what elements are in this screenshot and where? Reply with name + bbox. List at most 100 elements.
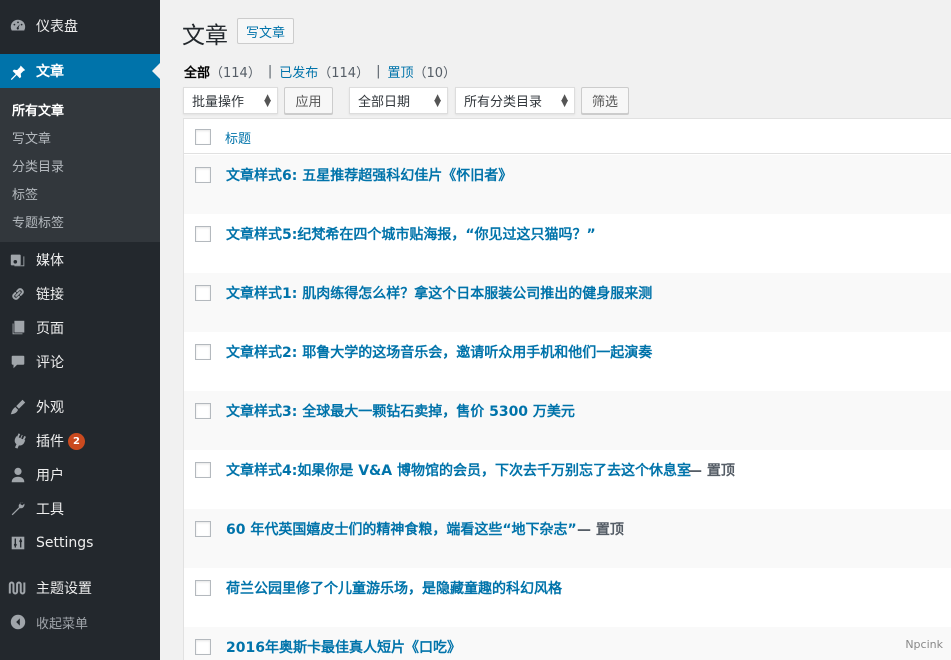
column-title-sort[interactable]: 标题 [225,128,251,147]
plugin-update-badge: 2 [68,432,85,450]
post-title-link[interactable]: 文章样式2: 耶鲁大学的这场音乐会，邀请听众用手机和他们一起演奏 [226,342,652,362]
row-checkbox[interactable] [195,226,211,242]
view-all[interactable]: 全部（114） [184,62,261,81]
menu-collapse[interactable]: 收起菜单 [0,605,160,639]
menu-plugins[interactable]: 插件 2 [0,424,160,458]
theme-icon [0,580,36,596]
filter-button[interactable]: 筛选 [581,87,629,114]
submenu-all-posts[interactable]: 所有文章 [12,100,64,119]
row-checkbox[interactable] [195,403,211,419]
menu-tools[interactable]: 工具 [0,492,160,526]
comment-icon [0,353,36,371]
table-row: 60 年代英国嬉皮士们的精神食粮，端看这些“地下杂志” — 置顶 [184,509,951,568]
post-title-link[interactable]: 文章样式3: 全球最大一颗钻石卖掉，售价 5300 万美元 [226,401,575,421]
select-all-checkbox[interactable] [195,129,211,145]
pin-icon [0,62,36,80]
submenu-categories[interactable]: 分类目录 [12,156,64,175]
table-row: 文章样式5:纪梵希在四个城市贴海报，“你见过这只猫吗？” [184,214,951,273]
menu-pages[interactable]: 页面 [0,311,160,345]
view-published[interactable]: 已发布（114） [279,62,369,81]
page-icon [0,319,36,337]
menu-label: 链接 [36,287,64,303]
post-title-link[interactable]: 文章样式6: 五星推荐超强科幻佳片《怀旧者》 [226,165,512,185]
post-title-link[interactable]: 2016年奥斯卡最佳真人短片《口吃》 [226,637,461,657]
submenu-add-new[interactable]: 写文章 [12,128,51,147]
page-title: 文章 [182,23,228,49]
menu-settings[interactable]: Settings [0,526,160,560]
menu-label: 仪表盘 [36,19,78,35]
post-title-link[interactable]: 荷兰公园里修了个儿童游乐场，是隐藏童趣的科幻风格 [226,578,562,598]
row-checkbox[interactable] [195,167,211,183]
post-title-link[interactable]: 文章样式5:纪梵希在四个城市贴海报，“你见过这只猫吗？” [226,224,596,244]
row-checkbox[interactable] [195,639,211,655]
post-state-sticky: — 置顶 [577,522,624,538]
post-title-link[interactable]: 60 年代英国嬉皮士们的精神食粮，端看这些“地下杂志” [226,519,577,539]
table-row: 荷兰公园里修了个儿童游乐场，是隐藏童趣的科幻风格 [184,568,951,627]
menu-label: 评论 [36,355,64,371]
table-header: 标题 [184,119,951,154]
admin-sidebar: 仪表盘 文章 所有文章 写文章 分类目录 标签 专题标签 媒体 链接 页面 评论… [0,0,160,660]
row-checkbox[interactable] [195,462,211,478]
view-sticky[interactable]: 置顶（10） [387,62,456,81]
category-filter-select[interactable]: 所有分类目录 ▲ ▼ [455,87,575,114]
post-title-link[interactable]: 文章样式4:如果你是 V&A 博物馆的会员，下次去千万别忘了去这个休息室 [226,460,691,480]
table-row: 文章样式3: 全球最大一颗钻石卖掉，售价 5300 万美元 [184,391,951,450]
bulk-action-select[interactable]: 批量操作 ▲ ▼ [183,87,278,114]
menu-label: 插件 [36,434,64,450]
post-state-sticky: — 置顶 [688,463,735,479]
menu-label: 用户 [36,468,64,484]
menu-label: 页面 [36,321,64,337]
media-icon [0,251,36,269]
separator: | [376,64,381,79]
select-value: 所有分类目录 [464,95,543,110]
table-row: 文章样式4:如果你是 V&A 博物馆的会员，下次去千万别忘了去这个休息室 — 置… [184,450,951,509]
menu-posts[interactable]: 文章 [0,54,160,88]
settings-icon [0,534,36,552]
posts-table: 标题 文章样式6: 五星推荐超强科幻佳片《怀旧者》 文章样式5:纪梵希在四个城市… [183,118,951,660]
select-arrows-icon: ▲ ▼ [434,93,441,109]
main-content: 文章 写文章 全部（114） | 已发布（114） | 置顶（10） 批量操作 … [160,0,951,660]
menu-theme-settings[interactable]: 主题设置 [0,571,160,605]
table-row: 2016年奥斯卡最佳真人短片《口吃》 [184,627,951,660]
brush-icon [0,398,36,416]
watermark: Npcink [905,638,943,651]
post-status-views: 全部（114） | 已发布（114） | 置顶（10） [184,62,456,81]
menu-users[interactable]: 用户 [0,458,160,492]
table-row: 文章样式1: 肌肉练得怎么样？拿这个日本服装公司推出的健身服来测 [184,273,951,332]
plugin-icon [0,432,36,450]
select-value: 全部日期 [358,95,411,110]
submenu-topic-tags[interactable]: 专题标签 [12,212,64,231]
menu-label: 收起菜单 [36,616,89,632]
separator: | [267,64,273,79]
table-row: 文章样式6: 五星推荐超强科幻佳片《怀旧者》 [184,155,951,214]
menu-label: 媒体 [36,253,64,269]
row-checkbox[interactable] [195,285,211,301]
dashboard-icon [0,17,36,35]
date-filter-select[interactable]: 全部日期 ▲ ▼ [349,87,448,114]
menu-label: 工具 [36,502,64,518]
posts-submenu: 所有文章 写文章 分类目录 标签 专题标签 [0,88,160,242]
table-row: 文章样式2: 耶鲁大学的这场音乐会，邀请听众用手机和他们一起演奏 [184,332,951,391]
menu-comments[interactable]: 评论 [0,345,160,379]
select-value: 批量操作 [192,95,245,110]
post-title-link[interactable]: 文章样式1: 肌肉练得怎么样？拿这个日本服装公司推出的健身服来测 [226,283,652,303]
user-icon [0,466,36,484]
select-arrows-icon: ▲ ▼ [264,93,271,109]
menu-label: 主题设置 [36,581,92,597]
row-checkbox[interactable] [195,580,211,596]
menu-media[interactable]: 媒体 [0,243,160,277]
menu-label: 文章 [36,64,64,80]
menu-appearance[interactable]: 外观 [0,390,160,424]
collapse-icon [0,613,36,631]
menu-links[interactable]: 链接 [0,277,160,311]
menu-dashboard[interactable]: 仪表盘 [0,9,160,43]
submenu-tags[interactable]: 标签 [12,184,38,203]
add-new-post-button[interactable]: 写文章 [237,18,295,44]
link-icon [0,285,36,303]
row-checkbox[interactable] [195,521,211,537]
menu-label: 外观 [36,400,64,416]
select-arrows-icon: ▲ ▼ [561,93,568,109]
row-checkbox[interactable] [195,344,211,360]
apply-button[interactable]: 应用 [284,87,333,114]
wrench-icon [0,500,36,518]
